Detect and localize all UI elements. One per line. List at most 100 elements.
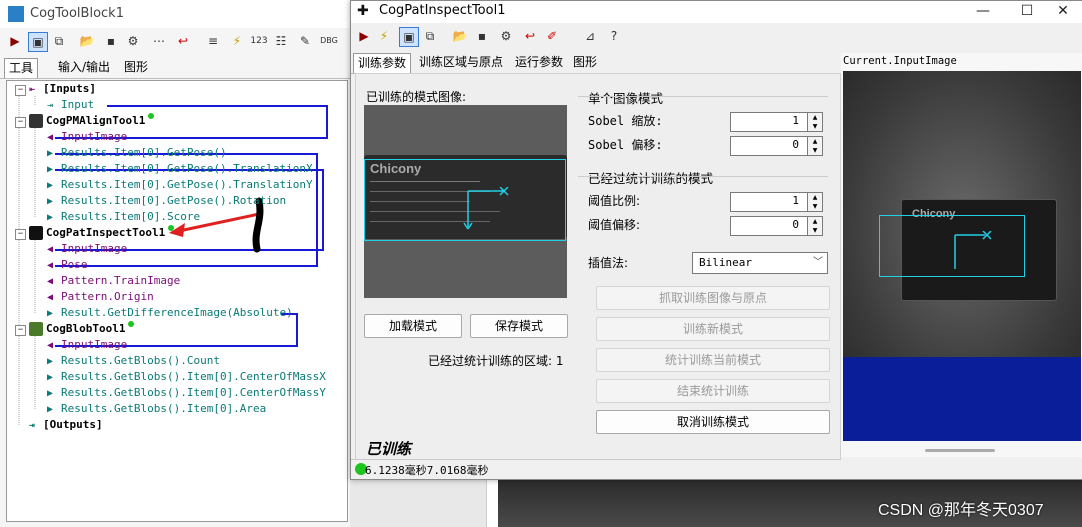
tree-item[interactable]: ▶ Results.Item[0].Score bbox=[47, 209, 200, 225]
save-pattern-button[interactable]: 保存模式 bbox=[470, 314, 568, 338]
display-icon[interactable]: ▣ bbox=[399, 27, 419, 47]
graphic-icon[interactable]: ⊿ bbox=[581, 27, 599, 45]
dots-icon[interactable]: ⋯ bbox=[150, 32, 168, 50]
end-stat-train-button[interactable]: 结束统计训练 bbox=[596, 379, 830, 403]
tab-train-params[interactable]: 训练参数 bbox=[353, 53, 412, 73]
lightning-icon[interactable]: ⚡ bbox=[375, 27, 393, 45]
tab-graphics[interactable]: 图形 bbox=[569, 53, 601, 72]
tree-tool-pmalign[interactable]: CogPMAlignTool1 bbox=[29, 113, 155, 129]
edit-icon[interactable]: ✎ bbox=[296, 32, 314, 50]
pmalign-icon bbox=[29, 114, 43, 128]
reset-icon[interactable]: ↩ bbox=[174, 32, 192, 50]
watermark: CSDN @那年冬天0307 bbox=[878, 502, 1044, 519]
sobel-scale-input[interactable]: 1 ▲ ▼ bbox=[730, 112, 823, 132]
patinspect-toolbar: ▶ ⚡ ▣ ⧉ 📂 ▪ ⚙ ↩ ✐ ⊿ ? bbox=[351, 25, 1082, 49]
settings-icon[interactable]: ⚙ bbox=[497, 27, 515, 45]
grab-train-image-button[interactable]: 抓取训练图像与原点 bbox=[596, 286, 830, 310]
group-border bbox=[578, 96, 828, 97]
collapse-tool2[interactable]: − bbox=[15, 229, 26, 240]
image-scrollbar[interactable] bbox=[925, 449, 995, 452]
sobel-scale-label: Sobel 缩放: bbox=[588, 114, 663, 128]
tab-io[interactable]: 输入/输出 bbox=[54, 58, 114, 77]
run-icon[interactable]: ▶ bbox=[355, 27, 373, 45]
open-icon[interactable]: 📂 bbox=[451, 27, 469, 45]
tree-item[interactable]: ◀ InputImage bbox=[47, 241, 127, 257]
tree-input-item[interactable]: ⇥ Input bbox=[47, 97, 94, 113]
save-icon[interactable]: ▪ bbox=[102, 32, 120, 50]
threshold-ratio-label: 阈值比例: bbox=[588, 194, 641, 208]
threshold-offset-input[interactable]: 0 ▲ ▼ bbox=[730, 216, 823, 236]
tree-inputs[interactable]: ⇤ [Inputs] bbox=[29, 81, 96, 97]
tree-item[interactable]: ▶ Results.Item[0].GetPose().TranslationX bbox=[47, 161, 313, 177]
form-icon[interactable]: ☷ bbox=[272, 32, 290, 50]
single-image-group-title: 单个图像模式 bbox=[588, 91, 664, 106]
cancel-train-button[interactable]: 取消训练模式 bbox=[596, 410, 830, 434]
threshold-ratio-input[interactable]: 1 ▲ ▼ bbox=[730, 192, 823, 212]
lightning-icon[interactable]: ⚡ bbox=[228, 32, 246, 50]
tree-tool-blob[interactable]: CogBlobTool1 bbox=[29, 321, 135, 337]
close-button[interactable]: ✕ bbox=[1043, 1, 1082, 21]
dbg-icon[interactable]: DBG bbox=[320, 32, 338, 50]
spin-updown-icon[interactable]: ▲ ▼ bbox=[807, 112, 823, 132]
tab-graphics[interactable]: 图形 bbox=[120, 58, 152, 77]
collapse-tool1[interactable]: − bbox=[15, 117, 26, 128]
database-icon[interactable]: ≡ bbox=[204, 32, 222, 50]
stat-train-current-button[interactable]: 统计训练当前模式 bbox=[596, 348, 830, 372]
numbers-icon[interactable]: 123 bbox=[250, 32, 268, 50]
stat-group-title: 已经过统计训练的模式 bbox=[588, 171, 714, 186]
spin-updown-icon[interactable]: ▲ ▼ bbox=[807, 192, 823, 212]
cogtoolblock-window: CogToolBlock1 ▶ ▣ ⧉ 📂 ▪ ⚙ ⋯ ↩ ≡ ⚡ 123 ☷ … bbox=[0, 0, 351, 527]
tool-tree: − ⇤ [Inputs] ⇥ Input − CogPMAlignTool1 ◀ In… bbox=[6, 80, 348, 522]
load-pattern-button[interactable]: 加载模式 bbox=[364, 314, 462, 338]
interp-select[interactable]: Bilinear ﹀ bbox=[692, 252, 828, 274]
tree-item[interactable]: ◀ Pattern.Origin bbox=[47, 289, 154, 305]
collapse-inputs[interactable]: − bbox=[15, 85, 26, 96]
maximize-button[interactable]: ☐ bbox=[1007, 1, 1047, 21]
split-icon[interactable]: ⧉ bbox=[421, 27, 439, 45]
toolblock-app-icon bbox=[8, 6, 24, 22]
tab-run-params[interactable]: 运行参数 bbox=[511, 53, 567, 72]
patinspect-window: ✚ CogPatInspectTool1 — ☐ ✕ ▶ ⚡ ▣ ⧉ 📂 ▪ ⚙… bbox=[350, 0, 1082, 480]
tree-item[interactable]: ▶ Result.GetDifferenceImage(Absolute) bbox=[47, 305, 293, 321]
tree-item[interactable]: ◀ InputImage bbox=[47, 129, 127, 145]
tree-item[interactable]: ◀ InputImage bbox=[47, 337, 127, 353]
split-icon[interactable]: ⧉ bbox=[50, 32, 68, 50]
spin-updown-icon[interactable]: ▲ ▼ bbox=[807, 136, 823, 156]
patinspect-icon bbox=[29, 226, 43, 240]
patinspect-app-icon: ✚ bbox=[357, 3, 369, 19]
save-icon[interactable]: ▪ bbox=[473, 27, 491, 45]
toolblock-tabs: 工具 输入/输出 图形 bbox=[0, 58, 350, 79]
tree-item[interactable]: ▶ Results.Item[0].GetPose() bbox=[47, 145, 227, 161]
tree-item[interactable]: ▶ Results.GetBlobs().Item[0].CenterOfMass… bbox=[47, 369, 326, 385]
tree-item[interactable]: ▶ Results.GetBlobs().Item[0].CenterOfMass… bbox=[47, 385, 326, 401]
image-display[interactable]: Chicony bbox=[843, 71, 1081, 441]
display-icon[interactable]: ▣ bbox=[28, 32, 48, 52]
tab-tools[interactable]: 工具 bbox=[4, 58, 39, 78]
reset-icon[interactable]: ↩ bbox=[521, 27, 539, 45]
tree-item[interactable]: ▶ Results.GetBlobs().Item[0].Area bbox=[47, 401, 266, 417]
toolblock-titlebar: CogToolBlock1 bbox=[0, 0, 350, 28]
help-icon[interactable]: ? bbox=[605, 27, 623, 45]
tab-train-region[interactable]: 训练区域与原点 bbox=[415, 53, 507, 72]
run-icon[interactable]: ▶ bbox=[6, 32, 24, 50]
sobel-offset-input[interactable]: 0 ▲ ▼ bbox=[730, 136, 823, 156]
tree-item[interactable]: ◀ Pose bbox=[47, 257, 88, 273]
image-origin-marker bbox=[954, 231, 992, 269]
collapse-tool3[interactable]: − bbox=[15, 325, 26, 336]
tree-outputs[interactable]: ⇥ [Outputs] bbox=[29, 417, 103, 433]
brush-icon[interactable]: ✐ bbox=[543, 27, 561, 45]
threshold-offset-label: 阈值偏移: bbox=[588, 218, 641, 232]
input-image: Chicony bbox=[843, 71, 1081, 357]
spin-updown-icon[interactable]: ▲ ▼ bbox=[807, 216, 823, 236]
tree-item[interactable]: ▶ Results.Item[0].GetPose().TranslationY bbox=[47, 177, 313, 193]
tree-tool-patinspect[interactable]: CogPatInspectTool1 bbox=[29, 225, 175, 241]
tree-item[interactable]: ▶ Results.GetBlobs().Count bbox=[47, 353, 220, 369]
tree-item[interactable]: ▶ Results.Item[0].GetPose().Rotation bbox=[47, 193, 286, 209]
train-new-pattern-button[interactable]: 训练新模式 bbox=[596, 317, 830, 341]
minimize-button[interactable]: — bbox=[963, 1, 1003, 21]
settings-icon[interactable]: ⚙ bbox=[124, 32, 142, 50]
tree-item[interactable]: ◀ Pattern.TrainImage bbox=[47, 273, 180, 289]
interp-label: 插值法: bbox=[588, 256, 629, 270]
patinspect-tabs: 训练参数 训练区域与原点 运行参数 图形 bbox=[351, 53, 841, 74]
open-icon[interactable]: 📂 bbox=[78, 32, 96, 50]
